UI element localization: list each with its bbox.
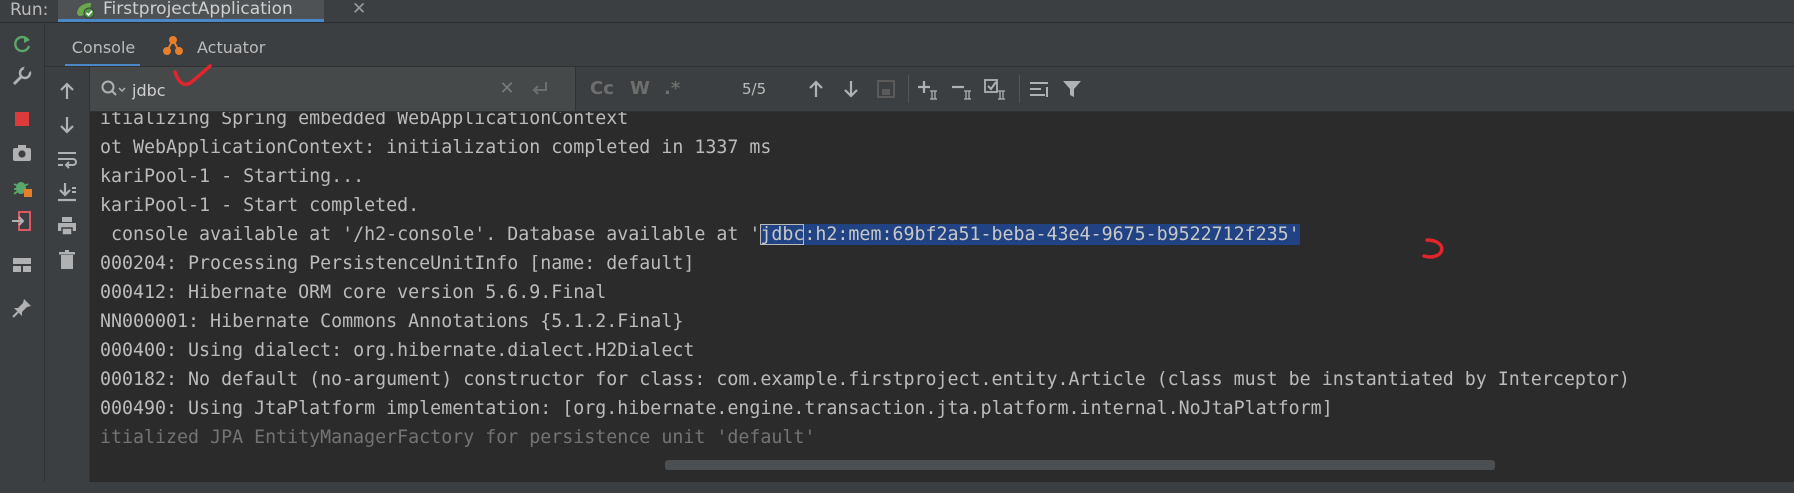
filter-icon[interactable] <box>1060 77 1086 101</box>
log-line: ot WebApplicationContext: initialization… <box>100 137 772 158</box>
run-actions-strip <box>0 23 45 493</box>
match-case-toggle[interactable]: Cc <box>590 77 620 101</box>
log-line: itializing Spring embedded WebApplicatio… <box>100 112 629 129</box>
log-line: 000412: Hibernate ORM core version 5.6.9… <box>100 282 607 303</box>
whole-words-toggle[interactable]: W <box>630 77 656 101</box>
log-line: kariPool-1 - Starting... <box>100 166 365 187</box>
search-field: ✕ <box>90 64 576 111</box>
arrow-down-icon[interactable] <box>55 113 79 137</box>
search-icon[interactable] <box>100 80 128 98</box>
previous-occurrence-icon[interactable] <box>803 77 829 101</box>
highlighted-jdbc-url: :h2:mem:69bf2a51-beba-43e4-9675-b9522712… <box>804 224 1300 245</box>
next-occurrence-icon[interactable] <box>838 77 864 101</box>
run-tab-firstproject[interactable]: FirstprojectApplication ✕ <box>58 0 366 22</box>
console-toolbar <box>45 67 90 493</box>
camera-icon[interactable] <box>10 141 34 165</box>
log-line: 000204: Processing PersistenceUnitInfo [… <box>100 253 695 274</box>
soft-wrap-icon[interactable] <box>55 147 79 171</box>
clear-search-icon[interactable]: ✕ <box>495 77 519 101</box>
match-count: 5/5 <box>742 80 767 98</box>
login-exit-icon[interactable] <box>10 209 34 233</box>
debug-bug-icon[interactable] <box>10 175 34 199</box>
search-match-current: jdbc <box>760 224 805 245</box>
log-line: 000182: No default (no-argument) constru… <box>100 369 1630 390</box>
select-all-occurrences-icon[interactable] <box>873 77 899 101</box>
regex-toggle[interactable]: .* <box>664 77 690 101</box>
remove-occurrence-icon[interactable] <box>950 77 976 101</box>
run-label: Run: <box>10 0 49 20</box>
status-strip <box>0 482 1794 493</box>
log-line: 000490: Using JtaPlatform implementation… <box>100 398 1333 419</box>
tab-console[interactable]: Console <box>65 23 140 66</box>
console-output[interactable]: itializing Spring embedded WebApplicatio… <box>90 112 1794 482</box>
print-icon[interactable] <box>55 214 79 238</box>
console-search-bar: ✕ Cc W .* 5/5 <box>90 64 1794 112</box>
new-line-icon[interactable] <box>527 77 551 101</box>
tab-actuator[interactable]: Actuator <box>163 23 265 66</box>
close-icon[interactable]: ✕ <box>352 0 366 18</box>
log-line-text: console available at '/h2-console'. Data… <box>100 224 761 245</box>
run-subtabs: Console Actuator <box>45 23 1794 67</box>
log-line: itialized JPA EntityManagerFactory for p… <box>100 427 816 448</box>
annotation-parenthesis <box>1422 238 1444 259</box>
stop-icon[interactable] <box>10 107 34 131</box>
select-all-checked-icon[interactable] <box>983 77 1009 101</box>
log-line: 000400: Using dialect: org.hibernate.dia… <box>100 340 695 361</box>
log-line: NN000001: Hibernate Commons Annotations … <box>100 311 684 332</box>
scroll-to-end-icon[interactable] <box>55 180 79 204</box>
filter-options-icon[interactable] <box>1027 77 1053 101</box>
trash-icon[interactable] <box>55 248 79 272</box>
run-toolwindow-header: Run: FirstprojectApplication ✕ <box>0 0 1794 23</box>
layout-icon[interactable] <box>10 253 34 277</box>
horizontal-scrollbar[interactable] <box>665 460 1495 470</box>
spring-boot-icon <box>77 3 95 19</box>
annotation-checkmark <box>173 64 212 87</box>
toolbar-separator <box>1019 75 1020 103</box>
log-line-h2-console: console available at '/h2-console'. Data… <box>100 223 1300 247</box>
log-line: kariPool-1 - Start completed. <box>100 195 420 216</box>
rerun-icon[interactable] <box>10 32 34 56</box>
arrow-up-icon[interactable] <box>55 79 79 103</box>
add-occurrence-icon[interactable] <box>916 77 942 101</box>
toolbar-separator <box>908 75 909 103</box>
run-tab-title: FirstprojectApplication <box>103 0 293 19</box>
pin-icon[interactable] <box>10 296 34 320</box>
wrench-icon[interactable] <box>10 64 34 88</box>
